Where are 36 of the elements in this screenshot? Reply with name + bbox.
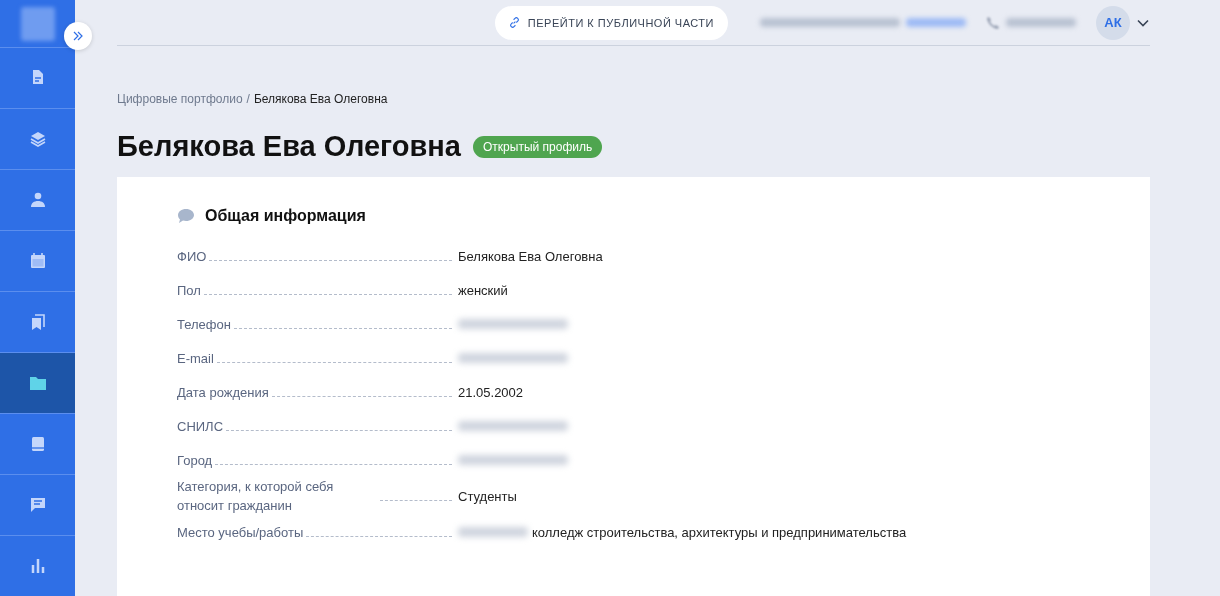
speech-bubble-icon: [177, 208, 195, 224]
phone-icon: [986, 15, 1000, 30]
field-label: E-mail: [177, 349, 214, 368]
status-badge: Открытый профиль: [473, 135, 603, 158]
field-label: ФИО: [177, 247, 207, 266]
breadcrumb-link[interactable]: Белякова Ева Олеговна: [253, 92, 388, 106]
calendar-icon: [28, 252, 47, 270]
field-value: Белякова Ева Олеговна: [458, 248, 603, 264]
field-label: Дата рождения: [177, 383, 269, 402]
field-label: Категория, к которой себя относит гражданин: [177, 478, 335, 515]
field-value: колледж строительства, архитектуры и предпринимательства: [532, 524, 907, 540]
chat-icon: [28, 496, 47, 514]
email-link-placeholder: [906, 18, 966, 27]
section-title: Общая информация: [205, 207, 366, 225]
user-icon: [28, 191, 47, 209]
breadcrumb-separator: /: [246, 92, 250, 106]
field-value: женский: [458, 282, 508, 298]
field-label: Телефон: [177, 315, 231, 334]
breadcrumb-link[interactable]: Цифровые портфолио: [117, 92, 243, 106]
link-icon: [508, 17, 520, 28]
expand-button[interactable]: [64, 22, 92, 50]
redacted-value-placeholder: [458, 527, 528, 537]
page-title: Белякова Ева Олеговна: [117, 130, 461, 163]
sidebar-item[interactable]: [0, 352, 75, 413]
double-chevron-icon: [72, 30, 84, 42]
field-value: Студенты: [458, 488, 517, 504]
field-value: 21.05.2002: [458, 384, 524, 400]
layers-icon: [28, 130, 47, 148]
phone-placeholder: [1006, 18, 1076, 27]
field-label: СНИЛС: [177, 417, 224, 436]
field-label: Пол: [177, 281, 201, 300]
logo-placeholder: [20, 6, 55, 41]
field-label: Место учебы/работы: [177, 523, 304, 542]
field-label: Город: [177, 451, 213, 470]
public-part-button[interactable]: ПЕРЕЙТИ К ПУБЛИЧНОЙ ЧАСТИ: [494, 5, 728, 40]
folder-icon: [28, 374, 47, 392]
